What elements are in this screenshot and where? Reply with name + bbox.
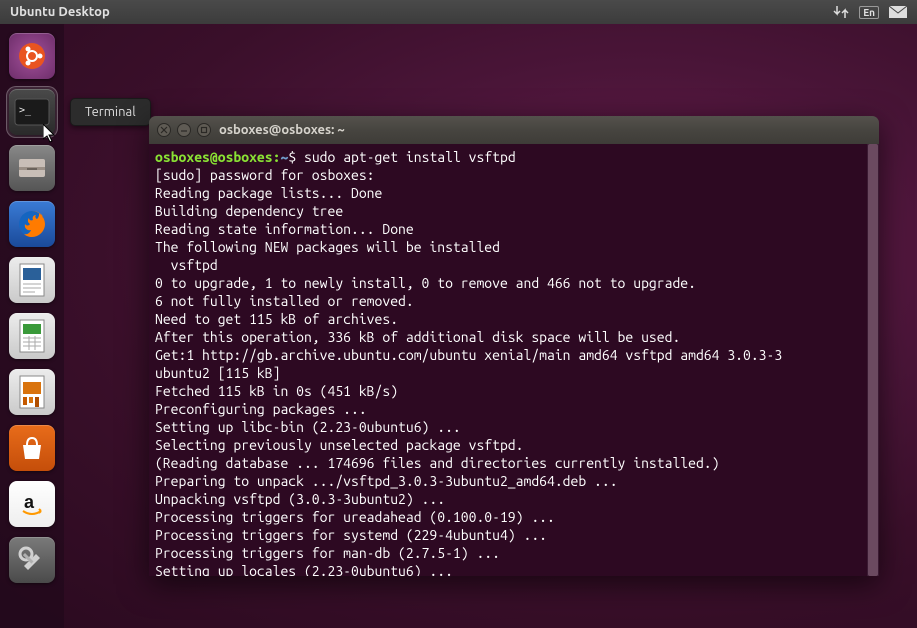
minimize-button[interactable] [177, 123, 191, 137]
impress-icon [9, 369, 55, 415]
dash-icon [9, 33, 55, 79]
terminal-icon: >_ [9, 89, 55, 135]
mail-icon[interactable] [889, 6, 907, 18]
menubar-title: Ubuntu Desktop [10, 5, 833, 19]
launcher-amazon[interactable]: a [6, 478, 58, 530]
maximize-button[interactable] [197, 123, 211, 137]
scrollbar-thumb[interactable] [868, 144, 878, 576]
files-icon [9, 145, 55, 191]
language-indicator[interactable]: En [859, 6, 879, 19]
launcher-impress[interactable] [6, 366, 58, 418]
window-buttons [157, 123, 211, 137]
settings-icon [9, 537, 55, 583]
launcher-software[interactable] [6, 422, 58, 474]
writer-icon [9, 257, 55, 303]
launcher-settings[interactable] [6, 534, 58, 586]
software-icon [9, 425, 55, 471]
terminal-body[interactable]: osboxes@osboxes:~$ sudo apt-get install … [149, 144, 879, 576]
launcher-dash[interactable] [6, 30, 58, 82]
amazon-icon: a [9, 481, 55, 527]
close-button[interactable] [157, 123, 171, 137]
network-icon[interactable] [833, 5, 849, 19]
terminal-command: sudo apt-get install vsftpd [304, 149, 516, 165]
firefox-icon [9, 201, 55, 247]
launcher-writer[interactable] [6, 254, 58, 306]
terminal-window: osboxes@osboxes: ~ osboxes@osboxes:~$ su… [149, 116, 879, 576]
terminal-output: [sudo] password for osboxes: Reading pac… [155, 167, 782, 576]
calc-icon [9, 313, 55, 359]
prompt-user: osboxes [155, 149, 210, 165]
svg-text:a: a [24, 492, 35, 512]
launcher-terminal[interactable]: >_ [6, 86, 58, 138]
launcher-tooltip: Terminal [70, 98, 151, 126]
menubar-indicators: En [833, 5, 907, 19]
svg-text:>_: >_ [19, 105, 32, 116]
launcher-calc[interactable] [6, 310, 58, 362]
terminal-titlebar[interactable]: osboxes@osboxes: ~ [149, 116, 879, 144]
launcher-sidebar: >_ a [0, 24, 64, 628]
launcher-firefox[interactable] [6, 198, 58, 250]
top-menubar: Ubuntu Desktop En [0, 0, 917, 24]
prompt-symbol: $ [288, 149, 296, 165]
scrollbar[interactable] [867, 144, 879, 576]
terminal-title: osboxes@osboxes: ~ [219, 123, 345, 137]
launcher-files[interactable] [6, 142, 58, 194]
prompt-host: osboxes [218, 149, 273, 165]
